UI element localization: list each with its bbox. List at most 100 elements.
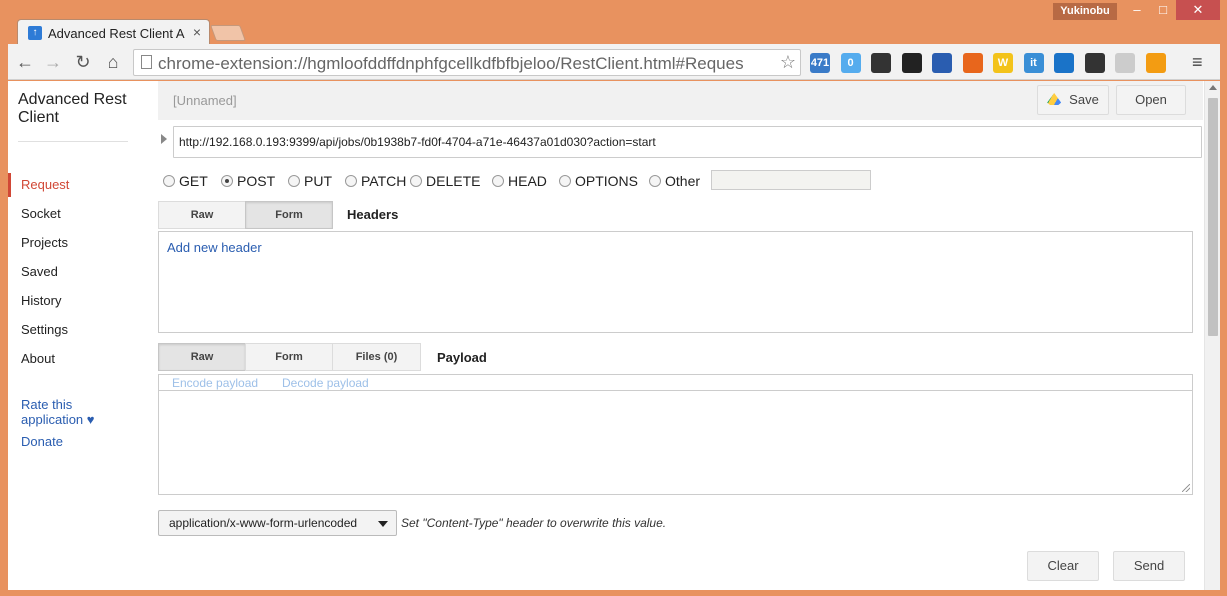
maximize-button[interactable]: □ <box>1150 0 1176 20</box>
payload-actions: Encode payload Decode payload <box>159 375 1192 391</box>
sidebar: Advanced Rest Client Request Socket Proj… <box>8 81 148 590</box>
method-options[interactable]: OPTIONS <box>559 173 638 189</box>
forward-icon[interactable]: → <box>42 52 64 72</box>
nav-active-indicator <box>8 173 11 197</box>
address-url: chrome-extension://hgmloofddffdnphfgcell… <box>158 54 744 73</box>
radio-icon <box>410 175 422 187</box>
clear-button[interactable]: Clear <box>1027 551 1099 581</box>
headers-tabs: Raw Form <box>158 201 333 229</box>
reload-icon[interactable]: ↻ <box>72 52 94 72</box>
tab-close-icon[interactable]: × <box>193 24 201 40</box>
open-button[interactable]: Open <box>1116 85 1186 115</box>
headers-editor: Add new header <box>158 231 1193 333</box>
method-head[interactable]: HEAD <box>492 173 547 189</box>
method-label: Other <box>665 173 701 189</box>
close-window-button[interactable]: ✕ <box>1176 0 1220 20</box>
content-type-select[interactable]: application/x-www-form-urlencoded <box>158 510 397 536</box>
method-put[interactable]: PUT <box>288 173 332 189</box>
request-topbar: [Unnamed] Save Open <box>158 81 1203 120</box>
film-icon[interactable] <box>1084 53 1105 73</box>
payload-editor[interactable]: Encode payload Decode payload <box>158 374 1193 495</box>
encode-payload-link[interactable]: Encode payload <box>172 376 258 390</box>
method-label: GET <box>179 173 208 189</box>
radio-icon <box>345 175 357 187</box>
expand-url-icon[interactable] <box>161 134 167 144</box>
w-icon[interactable]: W <box>993 53 1013 73</box>
sidebar-divider <box>18 141 128 142</box>
method-delete[interactable]: DELETE <box>410 173 480 189</box>
new-tab-button[interactable] <box>210 25 246 41</box>
sidebar-item-projects[interactable]: Projects <box>21 235 68 250</box>
method-post[interactable]: POST <box>221 173 275 189</box>
window-titlebar: ↑ Advanced Rest Client A × Yukinobu – □ … <box>0 0 1227 45</box>
twitter-icon[interactable]: 0 <box>840 53 861 73</box>
url-input[interactable]: http://192.168.0.193:9399/api/jobs/0b193… <box>173 126 1202 158</box>
scroll-thumb[interactable] <box>1208 98 1218 336</box>
gauge-icon[interactable] <box>1115 53 1135 73</box>
save-button-label: Save <box>1069 92 1099 107</box>
content-type-note: Set "Content-Type" header to overwrite t… <box>401 516 667 530</box>
other-method-input[interactable] <box>711 170 871 190</box>
method-label: DELETE <box>426 173 481 189</box>
radio-icon <box>163 175 175 187</box>
app-page: Advanced Rest Client Request Socket Proj… <box>8 81 1220 590</box>
window-icon[interactable] <box>1054 53 1074 73</box>
method-get[interactable]: GET <box>163 173 208 189</box>
profile-badge[interactable]: Yukinobu <box>1053 3 1117 20</box>
method-patch[interactable]: PATCH <box>345 173 406 189</box>
tab-payload-files[interactable]: Files (0) <box>332 343 421 371</box>
tab-title: Advanced Rest Client A <box>48 26 185 41</box>
sidebar-item-socket[interactable]: Socket <box>21 206 61 221</box>
bar-chart-icon[interactable] <box>932 53 952 73</box>
browser-toolbar: ← → ↻ ⌂ chrome-extension://hgmloofddffdn… <box>8 44 1220 80</box>
radio-icon <box>559 175 571 187</box>
sidebar-item-settings[interactable]: Settings <box>21 322 68 337</box>
radio-icon <box>649 175 661 187</box>
bookmark-star-icon[interactable]: ☆ <box>780 52 796 73</box>
circle-icon[interactable] <box>901 53 922 73</box>
save-button[interactable]: Save <box>1037 85 1109 115</box>
radio-icon <box>288 175 300 187</box>
method-other[interactable]: Other <box>649 173 700 189</box>
app-title: Advanced Rest Client <box>18 91 127 126</box>
minimize-button[interactable]: – <box>1124 0 1150 20</box>
sidebar-item-request[interactable]: Request <box>21 177 69 192</box>
payload-label: Payload <box>437 350 487 365</box>
payload-tabs: Raw Form Files (0) <box>158 343 421 371</box>
decode-payload-link[interactable]: Decode payload <box>282 376 369 390</box>
method-label: OPTIONS <box>575 173 639 189</box>
resize-handle[interactable] <box>1182 484 1190 492</box>
scroll-up-icon[interactable] <box>1209 85 1217 90</box>
donate-link[interactable]: Donate <box>21 434 63 449</box>
method-label: PUT <box>304 173 332 189</box>
sidebar-item-saved[interactable]: Saved <box>21 264 58 279</box>
share-icon[interactable] <box>1145 53 1166 73</box>
rate-app-link[interactable]: Rate this application ♥ <box>21 397 111 427</box>
radio-checked-icon <box>221 175 233 187</box>
chrome-menu-icon[interactable]: ≡ <box>1192 52 1203 73</box>
request-panel: [Unnamed] Save Open http://192.168.0.193… <box>158 81 1203 590</box>
cloud-icon[interactable]: 471 <box>810 53 830 73</box>
send-button[interactable]: Send <box>1113 551 1185 581</box>
back-icon[interactable]: ← <box>14 52 36 72</box>
request-name[interactable]: [Unnamed] <box>173 93 237 108</box>
content-type-value: application/x-www-form-urlencoded <box>169 516 358 530</box>
phone-icon[interactable] <box>871 53 891 73</box>
home-icon[interactable]: ⌂ <box>102 52 124 72</box>
it-icon[interactable]: it <box>1023 53 1044 73</box>
cart-icon[interactable] <box>962 53 983 73</box>
tab-payload-form[interactable]: Form <box>245 343 333 371</box>
add-header-link[interactable]: Add new header <box>167 240 262 255</box>
tab-headers-raw[interactable]: Raw <box>158 201 246 229</box>
app-favicon-icon: ↑ <box>28 26 42 40</box>
tab-headers-form[interactable]: Form <box>245 201 333 229</box>
sidebar-item-about[interactable]: About <box>21 351 55 366</box>
method-label: HEAD <box>508 173 547 189</box>
address-bar[interactable]: chrome-extension://hgmloofddffdnphfgcell… <box>133 49 801 76</box>
headers-label: Headers <box>347 207 399 222</box>
page-scrollbar[interactable] <box>1204 81 1220 590</box>
google-drive-icon <box>1047 93 1062 105</box>
tab-payload-raw[interactable]: Raw <box>158 343 246 371</box>
sidebar-item-history[interactable]: History <box>21 293 61 308</box>
browser-tab[interactable]: ↑ Advanced Rest Client A × <box>17 19 210 45</box>
